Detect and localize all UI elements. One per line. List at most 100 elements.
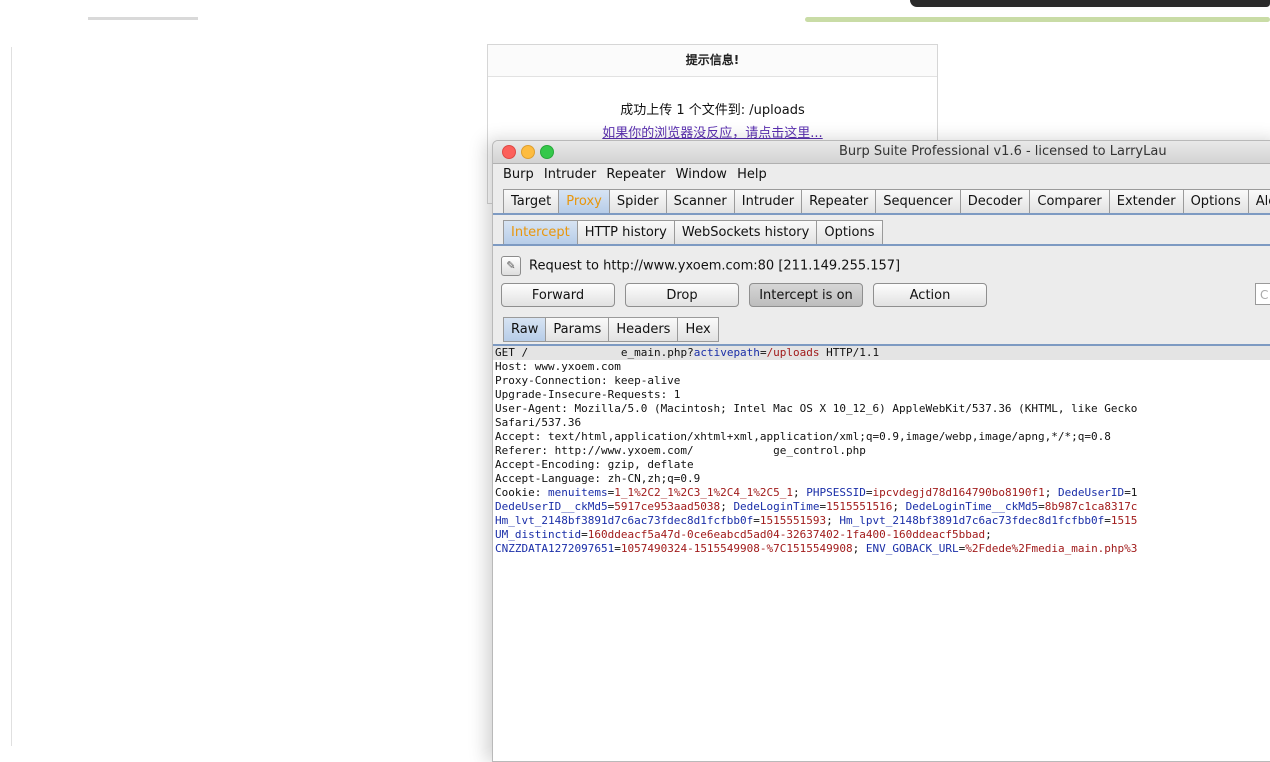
- request-token: ipcvdegjd78d164790bo8190f1: [872, 486, 1045, 499]
- request-token: DedeUserID__ckMd5: [495, 500, 608, 513]
- request-token: ;: [985, 528, 992, 541]
- request-token: ;: [720, 500, 734, 513]
- request-token: ;: [793, 486, 807, 499]
- request-token: 1515: [1110, 514, 1138, 527]
- burp-window: Burp Suite Professional v1.6 - licensed …: [492, 140, 1270, 762]
- tab-options[interactable]: Options: [1183, 189, 1249, 214]
- action-button[interactable]: Action: [873, 283, 987, 307]
- close-window-icon[interactable]: [502, 145, 516, 159]
- request-token: DedeLoginTime__ckMd5: [905, 500, 1039, 513]
- request-token: =: [614, 542, 621, 555]
- request-token: 160ddeacf5a47d-0ce6eabcd5ad04-32637402-1…: [587, 528, 986, 541]
- page-left-border: [11, 47, 12, 746]
- top-gray-shape: [88, 17, 198, 20]
- request-line: Hm_lvt_2148bf3891d7c6ac73fdec8d1fcfbb0f=…: [493, 514, 1270, 528]
- request-token: =: [865, 486, 873, 499]
- search-input[interactable]: C: [1255, 283, 1270, 305]
- request-line: UM_distinctid=160ddeacf5a47d-0ce6eabcd5a…: [493, 528, 1270, 542]
- request-token: User-Agent: Mozilla/5.0 (Macintosh; Inte…: [495, 402, 1138, 415]
- tab-sequencer[interactable]: Sequencer: [876, 189, 961, 214]
- top-green-shape: [805, 17, 1270, 22]
- tab-params[interactable]: Params: [546, 317, 610, 342]
- window-title: Burp Suite Professional v1.6 - licensed …: [839, 144, 1167, 159]
- request-token: ge_control.php: [773, 444, 866, 457]
- request-line: GET / e_main.php?activepath=/uploads HTT…: [493, 346, 1270, 360]
- pencil-icon[interactable]: ✎: [501, 256, 521, 276]
- menu-help[interactable]: Help: [737, 167, 767, 182]
- browser-top-strip: [0, 0, 1270, 22]
- request-token: HTTP/1.1: [819, 346, 880, 359]
- tab-repeater[interactable]: Repeater: [802, 189, 877, 214]
- tab-http-history[interactable]: HTTP history: [577, 220, 675, 245]
- tab-raw[interactable]: Raw: [503, 317, 547, 342]
- request-token: GET /: [495, 346, 529, 359]
- tab-target[interactable]: Target: [503, 189, 560, 214]
- tab-intercept[interactable]: Intercept: [503, 220, 578, 245]
- request-line: Upgrade-Insecure-Requests: 1: [493, 388, 1270, 402]
- menu-intruder[interactable]: Intruder: [544, 167, 596, 182]
- request-token: Referer: http://www.yxoem.com/: [495, 444, 694, 457]
- request-line: Safari/537.36: [493, 416, 1270, 430]
- tab-headers[interactable]: Headers: [609, 317, 679, 342]
- tab-intruder[interactable]: Intruder: [734, 189, 803, 214]
- intercept-toggle-button[interactable]: Intercept is on: [749, 283, 863, 307]
- request-token: 1515551593: [759, 514, 827, 527]
- tab-proxy[interactable]: Proxy: [559, 189, 610, 214]
- zoom-window-icon[interactable]: [540, 145, 554, 159]
- request-token: %2Fdede%2Fmedia_main.php%3: [965, 542, 1138, 555]
- request-token: [528, 346, 621, 359]
- request-token: Cookie:: [495, 486, 548, 499]
- request-token: e_main.php?: [620, 346, 694, 359]
- request-token: Proxy-Connection: keep-alive: [495, 374, 681, 387]
- request-info-row: ✎ Request to http://www.yxoem.com:80 [211…: [501, 256, 900, 276]
- forward-button[interactable]: Forward: [501, 283, 615, 307]
- top-dark-shape: [910, 0, 1270, 7]
- tab-spider[interactable]: Spider: [609, 189, 667, 214]
- tab-decoder[interactable]: Decoder: [960, 189, 1031, 214]
- drop-button[interactable]: Drop: [625, 283, 739, 307]
- menu-burp[interactable]: Burp: [503, 167, 534, 182]
- notice-title: 提示信息!: [488, 45, 937, 77]
- request-token: DedeUserID: [1057, 486, 1125, 499]
- minimize-window-icon[interactable]: [521, 145, 535, 159]
- main-tabs: Target Proxy Spider Scanner Intruder Rep…: [503, 189, 1270, 214]
- request-token: =: [1104, 514, 1111, 527]
- request-token: Hm_lpvt_2148bf3891d7c6ac73fdec8d1fcfbb0f: [839, 514, 1105, 527]
- request-line: DedeUserID__ckMd5 = 5917ce953aad5038; Dede…: [493, 500, 1270, 514]
- menu-bar: Burp Intruder Repeater Window Help: [493, 164, 1270, 185]
- tab-proxy-options[interactable]: Options: [817, 220, 883, 245]
- request-line: Proxy-Connection: keep-alive: [493, 374, 1270, 388]
- menu-window[interactable]: Window: [676, 167, 727, 182]
- proxy-tabs: Intercept HTTP history WebSockets histor…: [503, 220, 883, 245]
- request-token: Host: www.yxoem.com: [495, 360, 621, 373]
- request-line: Referer: http://www.yxoem.com/ ge_contro…: [493, 444, 1270, 458]
- view-tabs: Raw Params Headers Hex: [503, 317, 719, 342]
- request-token: =: [1038, 500, 1045, 513]
- request-line: Cookie: menuitems = 1_1%2C2_1%2C3_1%2C4_1%…: [493, 486, 1270, 500]
- request-token: =: [759, 346, 767, 359]
- request-token: /uploads: [766, 346, 820, 359]
- menu-repeater[interactable]: Repeater: [606, 167, 665, 182]
- tab-hex[interactable]: Hex: [678, 317, 719, 342]
- request-token: ENV_GOBACK_URL: [865, 542, 959, 555]
- request-token: Upgrade-Insecure-Requests: 1: [495, 388, 681, 401]
- request-token: =: [581, 528, 588, 541]
- tab-extender[interactable]: Extender: [1109, 189, 1184, 214]
- notice-link[interactable]: 如果你的浏览器没反应，请点击这里...: [488, 122, 937, 141]
- tab-alerts[interactable]: Aler: [1248, 189, 1270, 214]
- tab-comparer[interactable]: Comparer: [1030, 189, 1110, 214]
- request-token: 8b987c1ca8317c: [1044, 500, 1138, 513]
- tab-scanner[interactable]: Scanner: [666, 189, 735, 214]
- window-titlebar[interactable]: Burp Suite Professional v1.6 - licensed …: [493, 141, 1270, 164]
- request-token: activepath: [693, 346, 760, 359]
- notice-message: 成功上传 1 个文件到: /uploads: [620, 103, 805, 118]
- request-token: 1515551516: [826, 500, 893, 513]
- request-token: [694, 444, 773, 457]
- request-line: Accept: text/html,application/xhtml+xml,…: [493, 430, 1270, 444]
- tab-websockets-history[interactable]: WebSockets history: [674, 220, 818, 245]
- request-token: PHPSESSID: [806, 486, 866, 499]
- request-token: ;: [892, 500, 906, 513]
- request-token: DedeLoginTime: [733, 500, 820, 513]
- request-token: Accept-Language: zh-CN,zh;q=0.9: [495, 472, 701, 485]
- request-editor[interactable]: GET / e_main.php?activepath=/uploads HTT…: [493, 344, 1270, 761]
